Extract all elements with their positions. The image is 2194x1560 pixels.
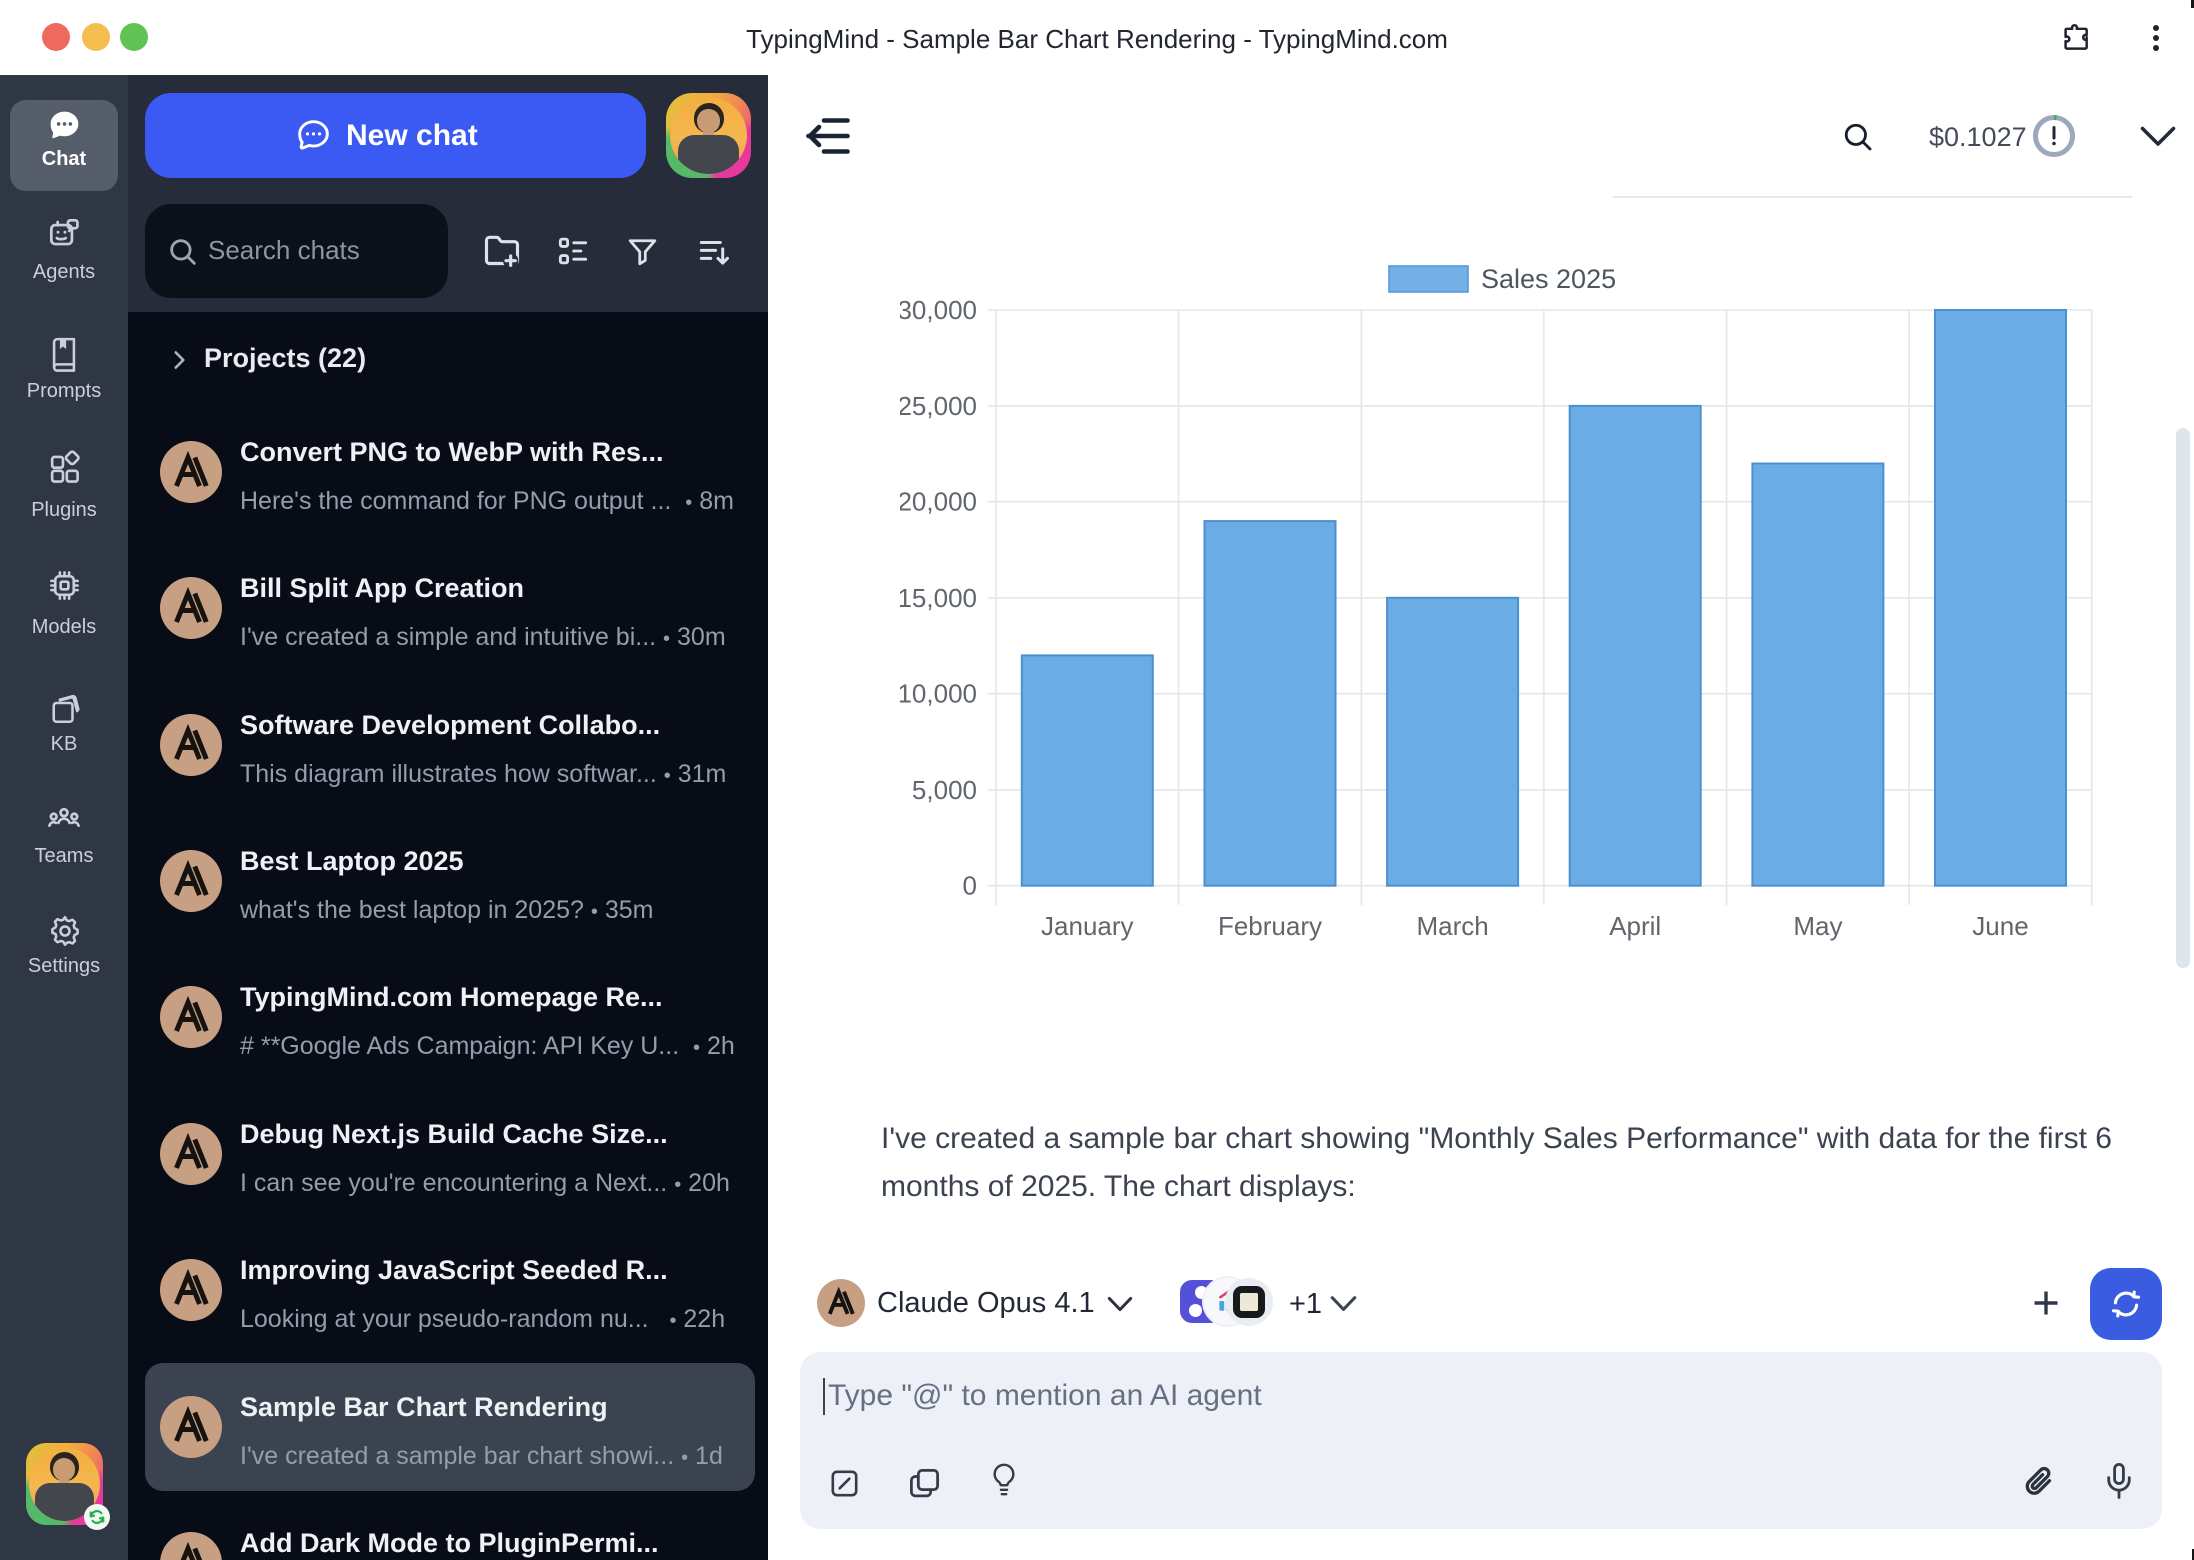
svg-text:0: 0 bbox=[963, 871, 977, 901]
svg-text:5,000: 5,000 bbox=[912, 775, 977, 805]
svg-text:February: February bbox=[1218, 911, 1322, 941]
svg-text:January: January bbox=[1041, 911, 1134, 941]
svg-text:March: March bbox=[1416, 911, 1488, 941]
svg-text:Sales 2025: Sales 2025 bbox=[1481, 264, 1616, 294]
svg-text:15,000: 15,000 bbox=[900, 583, 977, 613]
svg-text:20,000: 20,000 bbox=[900, 487, 977, 517]
svg-text:June: June bbox=[1972, 911, 2028, 941]
svg-text:10,000: 10,000 bbox=[900, 679, 977, 709]
svg-text:30,000: 30,000 bbox=[900, 295, 977, 325]
svg-text:25,000: 25,000 bbox=[900, 391, 977, 421]
svg-text:May: May bbox=[1793, 911, 1842, 941]
svg-text:April: April bbox=[1609, 911, 1661, 941]
